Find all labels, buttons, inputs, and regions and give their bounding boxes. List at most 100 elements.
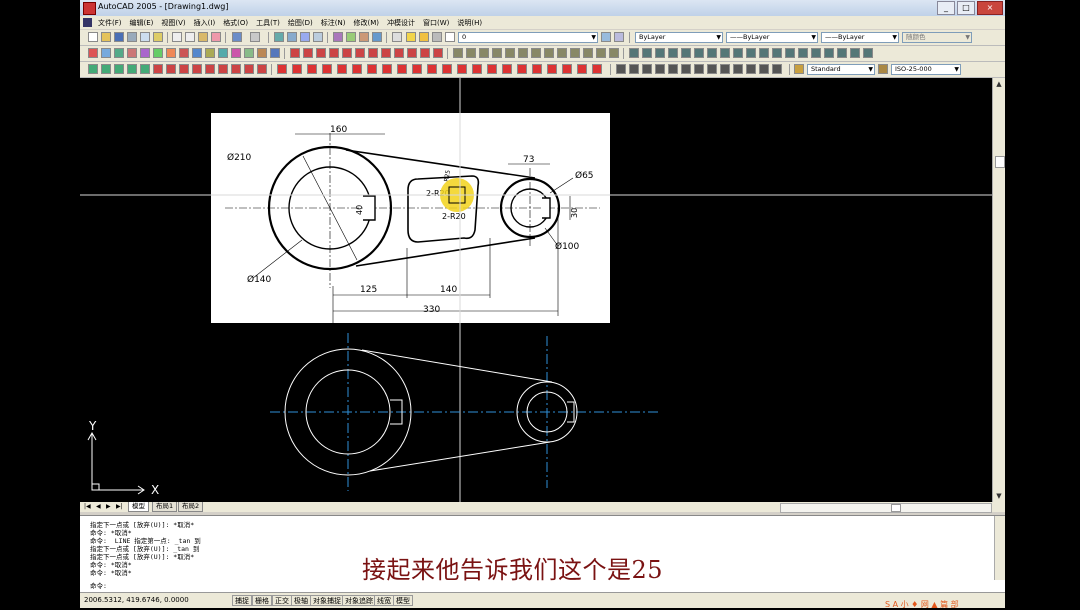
linetype-select[interactable]: ——ByLayer ▼ [726, 32, 818, 43]
block-tool-19-icon[interactable] [863, 48, 873, 58]
quick-tool-22-icon[interactable] [592, 64, 602, 74]
rectangle-icon[interactable] [140, 64, 150, 74]
quick-tool-20-icon[interactable] [562, 64, 572, 74]
move-icon[interactable] [153, 48, 163, 58]
die-tool-8-icon[interactable] [544, 48, 554, 58]
tab-first-icon[interactable]: |◀ [84, 503, 91, 510]
scroll-down-icon[interactable]: ▼ [993, 490, 1005, 502]
block-tool-2-icon[interactable] [642, 48, 652, 58]
quick-tool-17-icon[interactable] [517, 64, 527, 74]
menu-tools[interactable]: 工具(T) [252, 18, 284, 28]
polyline-icon[interactable] [114, 64, 124, 74]
quick-tool-1-icon[interactable] [277, 64, 287, 74]
designcenter-icon[interactable] [346, 32, 356, 42]
tab-last-icon[interactable]: ▶| [116, 503, 123, 510]
extra-tool-11-icon[interactable] [746, 64, 756, 74]
osnap-toggle[interactable]: 对象捕捉 [310, 595, 344, 606]
undo-icon[interactable] [232, 32, 242, 42]
zoom-previous-icon[interactable] [313, 32, 323, 42]
menu-draw[interactable]: 绘图(D) [284, 18, 317, 28]
block-tool-1-icon[interactable] [629, 48, 639, 58]
quick-tool-19-icon[interactable] [547, 64, 557, 74]
block-tool-4-icon[interactable] [668, 48, 678, 58]
center-mark-icon[interactable] [433, 48, 443, 58]
zoom-window-icon[interactable] [300, 32, 310, 42]
horizontal-scrollbar[interactable] [780, 503, 992, 513]
scroll-thumb[interactable] [995, 156, 1005, 168]
cut-icon[interactable] [172, 32, 182, 42]
point-icon[interactable] [244, 64, 254, 74]
tab-layout2[interactable]: 布局2 [178, 502, 204, 512]
quick-tool-10-icon[interactable] [412, 64, 422, 74]
preview-icon[interactable] [140, 32, 150, 42]
dim-linear-icon[interactable] [290, 48, 300, 58]
dim-continue-icon[interactable] [394, 48, 404, 58]
hatch-icon[interactable] [257, 64, 267, 74]
tab-prev-icon[interactable]: ◀ [96, 503, 101, 510]
document-menu-icon[interactable] [83, 18, 92, 27]
lineweight-toggle[interactable]: 线宽 [374, 595, 394, 606]
block-tool-11-icon[interactable] [759, 48, 769, 58]
layer-previous-icon[interactable] [614, 32, 624, 42]
tab-layout1[interactable]: 布局1 [152, 502, 178, 512]
tolerance-icon[interactable] [420, 48, 430, 58]
make-block-icon[interactable] [231, 64, 241, 74]
print-icon[interactable] [127, 32, 137, 42]
layer-select[interactable]: 0 ▼ [458, 32, 598, 43]
menu-die-design[interactable]: 冲模设计 [383, 18, 419, 28]
trim-icon[interactable] [205, 48, 215, 58]
quick-tool-12-icon[interactable] [442, 64, 452, 74]
extra-tool-9-icon[interactable] [720, 64, 730, 74]
block-tool-18-icon[interactable] [850, 48, 860, 58]
snap-toggle[interactable]: 捕捉 [232, 595, 252, 606]
insert-block-icon[interactable] [218, 64, 228, 74]
menu-format[interactable]: 格式(O) [219, 18, 252, 28]
dim-radius-icon[interactable] [329, 48, 339, 58]
quick-tool-18-icon[interactable] [532, 64, 542, 74]
command-prompt[interactable]: 命令: [90, 580, 107, 590]
extra-tool-4-icon[interactable] [655, 64, 665, 74]
array-icon[interactable] [140, 48, 150, 58]
block-tool-16-icon[interactable] [824, 48, 834, 58]
new-icon[interactable] [88, 32, 98, 42]
copy-object-icon[interactable] [101, 48, 111, 58]
plotstyle-select[interactable]: 随颜色 ▼ [902, 32, 972, 43]
quick-tool-21-icon[interactable] [577, 64, 587, 74]
menu-view[interactable]: 视图(V) [157, 18, 189, 28]
minimize-button[interactable]: _ [937, 1, 955, 15]
layer-manager-icon[interactable] [392, 32, 402, 42]
quick-tool-9-icon[interactable] [397, 64, 407, 74]
menu-modify[interactable]: 修改(M) [349, 18, 383, 28]
die-tool-7-icon[interactable] [531, 48, 541, 58]
fillet-icon[interactable] [257, 48, 267, 58]
leader-icon[interactable] [407, 48, 417, 58]
die-tool-11-icon[interactable] [583, 48, 593, 58]
block-tool-7-icon[interactable] [707, 48, 717, 58]
extra-tool-6-icon[interactable] [681, 64, 691, 74]
ortho-toggle[interactable]: 正交 [272, 595, 292, 606]
menu-insert[interactable]: 插入(I) [190, 18, 220, 28]
layer-freeze-icon[interactable] [419, 32, 429, 42]
tab-next-icon[interactable]: ▶ [106, 503, 111, 510]
properties-icon[interactable] [333, 32, 343, 42]
scale-icon[interactable] [179, 48, 189, 58]
open-icon[interactable] [101, 32, 111, 42]
text-style-icon[interactable] [794, 64, 804, 74]
vertical-scrollbar[interactable]: ▲ ▼ [992, 78, 1005, 502]
otrack-toggle[interactable]: 对象追踪 [342, 595, 376, 606]
ellipse-icon[interactable] [205, 64, 215, 74]
drawing-area[interactable]: Ø210 Ø140 Ø65 Ø100 160 73 40 30 125 140 … [80, 78, 992, 502]
block-tool-8-icon[interactable] [720, 48, 730, 58]
chamfer-icon[interactable] [244, 48, 254, 58]
dim-baseline-icon[interactable] [381, 48, 391, 58]
block-tool-17-icon[interactable] [837, 48, 847, 58]
quick-tool-4-icon[interactable] [322, 64, 332, 74]
menu-help[interactable]: 说明(H) [453, 18, 486, 28]
spline-icon[interactable] [192, 64, 202, 74]
layer-on-icon[interactable] [406, 32, 416, 42]
quick-tool-2-icon[interactable] [292, 64, 302, 74]
dim-diameter-icon[interactable] [342, 48, 352, 58]
line-icon[interactable] [88, 64, 98, 74]
dim-aligned-icon[interactable] [303, 48, 313, 58]
extra-tool-12-icon[interactable] [759, 64, 769, 74]
